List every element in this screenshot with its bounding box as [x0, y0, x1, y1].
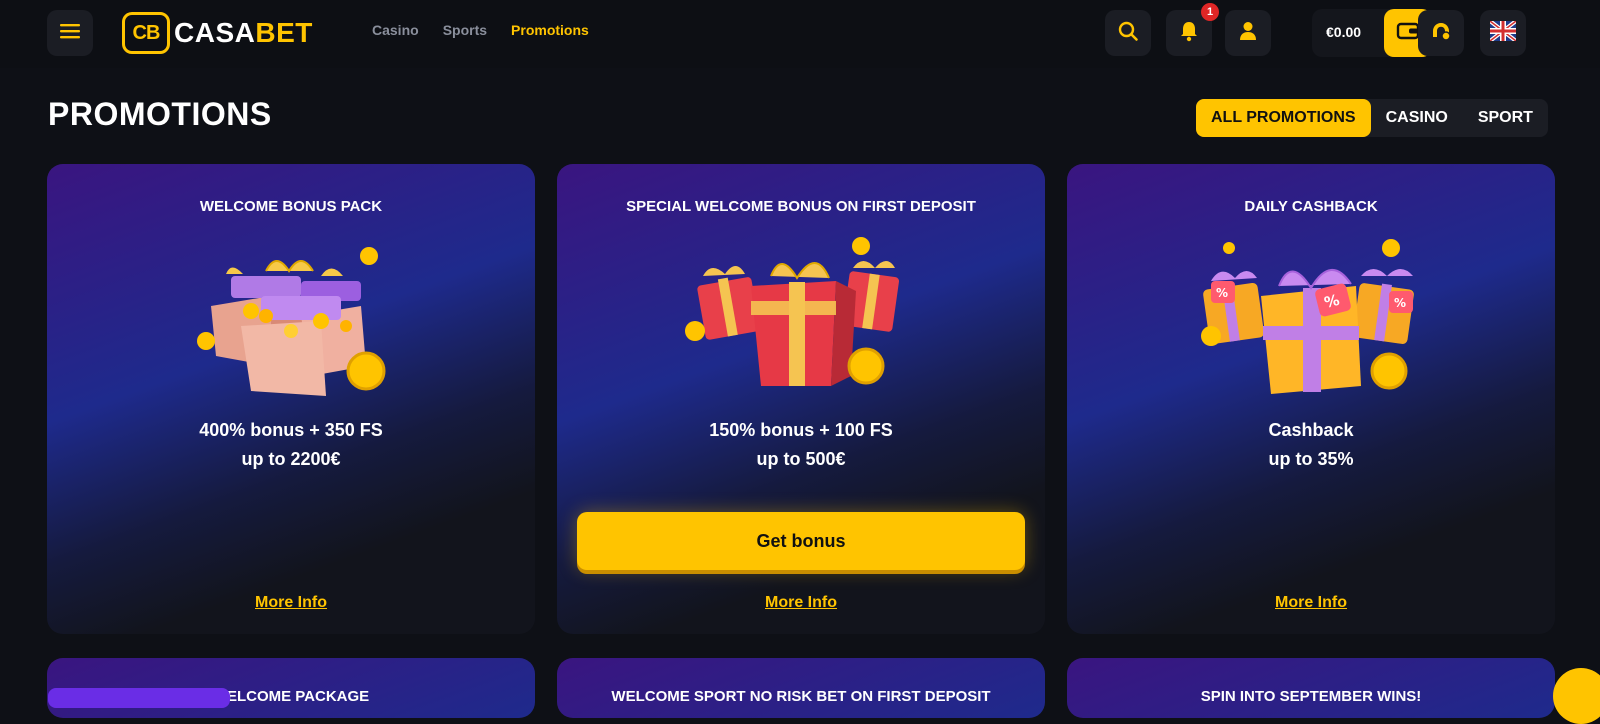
promo-offer: Cashback up to 35%: [1268, 420, 1354, 469]
balance-widget[interactable]: €0.00: [1312, 9, 1432, 57]
promo-card-title: DAILY CASHBACK: [1244, 198, 1378, 215]
promo-card-title: SPIN INTO SEPTEMBER WINS!: [1200, 688, 1422, 705]
more-info-link[interactable]: More Info: [557, 594, 1045, 612]
promo-offer: 150% bonus + 100 FS up to 500€: [709, 420, 893, 469]
logo[interactable]: CB CASABET: [122, 10, 313, 56]
bell-icon: [1179, 20, 1199, 47]
main-nav: Casino Sports Promotions: [372, 22, 589, 38]
search-icon: [1117, 20, 1139, 47]
promo-card-daily-cashback: DAILY CASHBACK % % % Cashback up to 35% …: [1067, 164, 1555, 634]
promo-card-welcome-bonus-pack: WELCOME BONUS PACK 400% bonus + 350 FS u…: [47, 164, 535, 634]
promo-card-title: WELCOME BONUS PACK: [199, 198, 383, 215]
logo-badge: CB: [122, 12, 170, 54]
support-button[interactable]: [1418, 10, 1464, 56]
treasure-boxes-image: [171, 236, 411, 396]
support-icon: [1430, 20, 1452, 47]
nav-sports[interactable]: Sports: [443, 22, 487, 38]
promo-card-spin-september: SPIN INTO SEPTEMBER WINS!: [1067, 658, 1555, 718]
language-button[interactable]: [1480, 10, 1526, 56]
logo-text: CASABET: [174, 17, 313, 48]
cashback-gifts-image: % % %: [1191, 236, 1431, 396]
more-info-link[interactable]: More Info: [47, 594, 535, 612]
page-title: PROMOTIONS: [48, 96, 272, 132]
promo-offer: 400% bonus + 350 FS up to 2200€: [199, 420, 383, 469]
menu-button[interactable]: [47, 10, 93, 56]
notification-count-badge: 1: [1201, 3, 1219, 21]
user-icon: [1238, 20, 1258, 47]
tab-sport[interactable]: SPORT: [1463, 99, 1548, 137]
menu-icon: [59, 22, 81, 45]
promo-card-title: WELCOME SPORT NO RISK BET ON FIRST DEPOS…: [611, 688, 991, 705]
tab-all-promotions[interactable]: ALL PROMOTIONS: [1196, 99, 1371, 137]
promo-card-sport-no-risk: WELCOME SPORT NO RISK BET ON FIRST DEPOS…: [557, 658, 1045, 718]
nav-casino[interactable]: Casino: [372, 22, 419, 38]
balance-amount: €0.00: [1326, 24, 1362, 40]
promo-card-title: SPECIAL WELCOME BONUS ON FIRST DEPOSIT: [626, 198, 976, 215]
nav-promotions[interactable]: Promotions: [511, 22, 589, 38]
chat-fab-button[interactable]: [1553, 668, 1600, 724]
get-bonus-button[interactable]: Get bonus: [577, 512, 1025, 570]
profile-button[interactable]: [1225, 10, 1271, 56]
svg-text:%: %: [1216, 286, 1228, 300]
promo-card-special-welcome-bonus: SPECIAL WELCOME BONUS ON FIRST DEPOSIT 1…: [557, 164, 1045, 634]
top-header: CB CASABET Casino Sports Promotions 1 €0…: [0, 0, 1600, 68]
uk-flag-icon: [1488, 18, 1518, 46]
svg-text:%: %: [1394, 296, 1406, 310]
floating-promo-chip[interactable]: [48, 688, 230, 708]
tab-casino[interactable]: CASINO: [1371, 99, 1463, 137]
search-button[interactable]: [1105, 10, 1151, 56]
more-info-link[interactable]: More Info: [1067, 594, 1555, 612]
wallet-icon: [1396, 21, 1420, 46]
gift-boxes-image: [681, 236, 921, 396]
promotion-filter-tabs: ALL PROMOTIONS CASINO SPORT: [1196, 99, 1548, 137]
notifications-button[interactable]: 1: [1166, 3, 1219, 56]
